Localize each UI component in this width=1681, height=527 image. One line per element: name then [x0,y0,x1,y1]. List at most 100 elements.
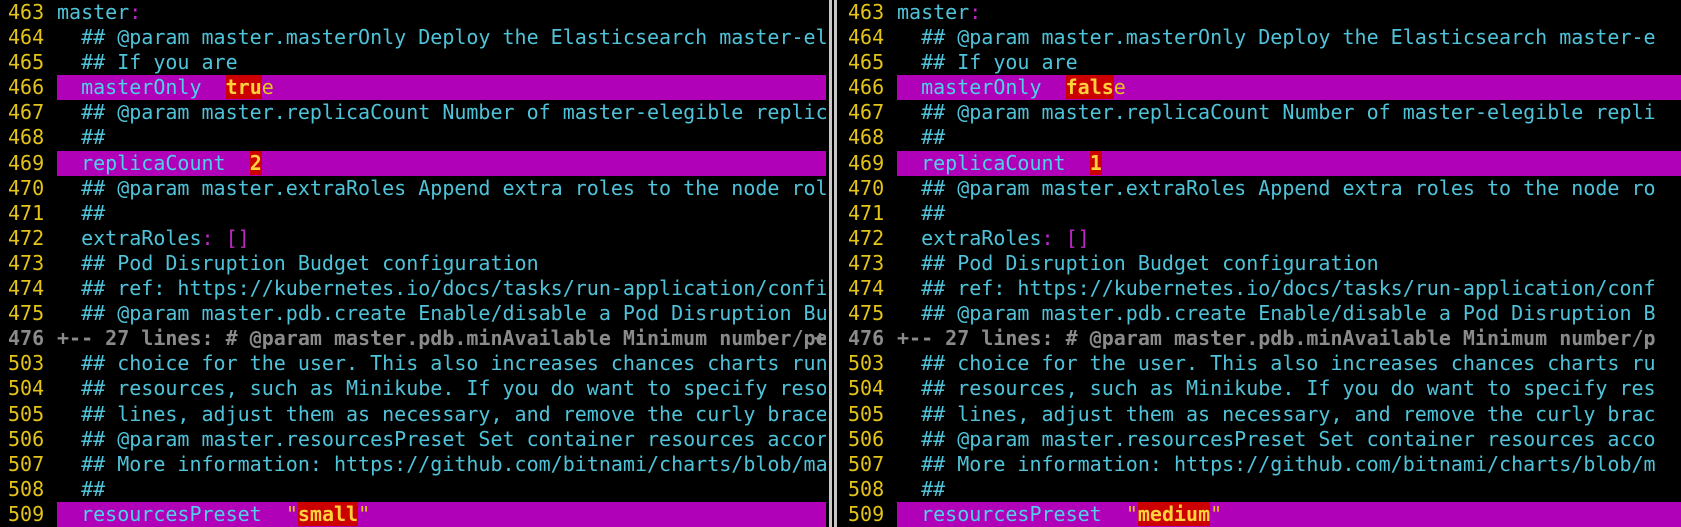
code-text: ## @param master.replicaCount Number of … [897,100,1656,125]
code-line[interactable]: 470 ## @param master.extraRoles Append e… [0,176,826,201]
comment-text: ## @param master.extraRoles Append extra… [897,175,1656,200]
code-line[interactable]: 505 ## lines, adjust them as necessary, … [0,402,826,427]
code-line[interactable]: 504 ## resources, such as Minikube. If y… [0,376,826,401]
yaml-punctuation: : [] [1041,225,1090,250]
code-text: ## choice for the user. This also increa… [897,351,1656,376]
line-number: 472 [848,225,885,250]
comment-text: ## @param master.masterOnly Deploy the E… [897,25,1656,50]
code-line[interactable]: 508 ## [0,477,826,502]
yaml-key: resourcesPreset [921,501,1102,526]
code-text: ## [57,477,105,502]
changed-value: tru [225,75,262,100]
code-line[interactable]: 507 ## More information: https://github.… [0,452,826,477]
code-line[interactable]: 509 resourcesPreset "small" [0,501,826,527]
code-line[interactable]: 473 ## Pod Disruption Budget configurati… [0,251,826,276]
folded-lines-text: +-- 27 lines: # @param master.pdb.minAva… [897,326,1656,351]
code-line[interactable]: 463 master: [840,0,1681,25]
changed-value: small [297,501,359,526]
code-line[interactable]: 506 ## @param master.resourcesPreset Set… [0,427,826,452]
code-line[interactable]: 467 ## @param master.replicaCount Number… [840,100,1681,125]
comment-text: ## @param master.replicaCount Number of … [57,100,826,125]
code-line[interactable]: 475 ## @param master.pdb.create Enable/d… [840,301,1681,326]
code-line[interactable]: 472 extraRoles: [] [0,226,826,251]
line-number: 467 [8,100,45,125]
line-number: 508 [8,476,45,501]
code-line[interactable]: 507 ## More information: https://github.… [840,452,1681,477]
code-text: ## resources, such as Minikube. If you d… [57,376,826,401]
yaml-key: masterOnly [81,75,202,100]
code-text: ## choice for the user. This also increa… [57,351,826,376]
code-line[interactable]: 505 ## lines, adjust them as necessary, … [840,402,1681,427]
vertical-split-separator[interactable] [826,0,840,527]
code-line[interactable]: 504 ## resources, such as Minikube. If y… [840,376,1681,401]
code-line[interactable]: 474 ## ref: https://kubernetes.io/docs/t… [840,276,1681,301]
code-line[interactable]: 471 ## [0,201,826,226]
line-number: 503 [848,351,885,376]
code-line[interactable]: 503 ## choice for the user. This also in… [0,351,826,376]
code-line[interactable]: 472 extraRoles: [] [840,226,1681,251]
code-line[interactable]: 464 ## @param master.masterOnly Deploy t… [840,25,1681,50]
code-text: ## [897,477,945,502]
comment-text: ## resources, such as Minikube. If you d… [57,376,826,401]
changed-value: fals [1065,75,1114,100]
code-line[interactable]: 469 replicaCount 2 [0,150,826,176]
code-line[interactable]: 508 ## [840,477,1681,502]
code-line[interactable]: 473 ## Pod Disruption Budget configurati… [840,251,1681,276]
comment-text: ## [57,200,106,225]
separator-space [1066,151,1090,175]
code-line[interactable]: 474 ## ref: https://kubernetes.io/docs/t… [0,276,826,301]
line-number: 470 [848,175,885,200]
code-text: ## [57,201,105,226]
code-line[interactable]: 476 + +-- 27 lines: # @param master.pdb.mi… [0,326,826,351]
close-quote: " [358,501,371,526]
code-text: masterOnly false [897,75,1126,100]
line-number: 504 [8,376,45,401]
code-line[interactable]: 465 ## If you are [0,50,826,75]
line-number: 472 [8,225,45,250]
value-tail: e [261,75,274,100]
code-text: ## If you are [897,50,1078,75]
line-number: 471 [848,200,885,225]
line-number: 466 [8,75,45,100]
code-line[interactable]: 466 masterOnly false [840,75,1681,101]
line-number: 474 [848,276,885,301]
diff-pane-left[interactable]: 463 master: 464 ## @param master.masterOnl… [0,0,826,527]
code-text: ## lines, adjust them as necessary, and … [897,402,1656,427]
code-line[interactable]: 464 ## @param master.masterOnly Deploy t… [0,25,826,50]
line-number: 474 [8,276,45,301]
code-line[interactable]: 476 +-- 27 lines: # @param master.pdb.min… [840,326,1681,351]
code-line[interactable]: 465 ## If you are [840,50,1681,75]
code-text: ## ref: https://kubernetes.io/docs/tasks… [57,276,826,301]
line-number: 507 [8,451,45,476]
code-line[interactable]: 467 ## @param master.replicaCount Number… [0,100,826,125]
code-line[interactable]: 463 master: [0,0,826,25]
comment-text: ## ref: https://kubernetes.io/docs/tasks… [57,276,826,301]
code-line[interactable]: 506 ## @param master.resourcesPreset Set… [840,427,1681,452]
code-text: ## @param master.replicaCount Number of … [57,100,826,125]
line-number: 505 [8,401,45,426]
comment-text: ## resources, such as Minikube. If you d… [897,376,1656,401]
code-line[interactable]: 468 ## [840,125,1681,150]
line-number: 469 [8,150,45,175]
code-line[interactable]: 475 ## @param master.pdb.create Enable/d… [0,301,826,326]
code-line[interactable]: 503 ## choice for the user. This also in… [840,351,1681,376]
comment-text: ## More information: https://github.com/… [57,451,826,476]
code-line[interactable]: 470 ## @param master.extraRoles Append e… [840,176,1681,201]
code-text: replicaCount 2 [57,150,262,176]
line-number: 507 [848,451,885,476]
line-number: 464 [8,25,45,50]
changed-value: medium [1137,501,1211,526]
code-line[interactable]: 469 replicaCount 1 [840,150,1681,176]
code-line[interactable]: 509 resourcesPreset "medium" [840,501,1681,527]
diff-pane-right[interactable]: 463 master: 464 ## @param master.masterOnl… [840,0,1681,527]
code-line[interactable]: 471 ## [840,201,1681,226]
code-text: ## Pod Disruption Budget configuration [897,251,1379,276]
code-line[interactable]: 468 ## [0,125,826,150]
code-line[interactable]: 466 masterOnly true [0,75,826,101]
comment-text: ## More information: https://github.com/… [897,451,1656,476]
close-quote: " [1210,501,1223,526]
